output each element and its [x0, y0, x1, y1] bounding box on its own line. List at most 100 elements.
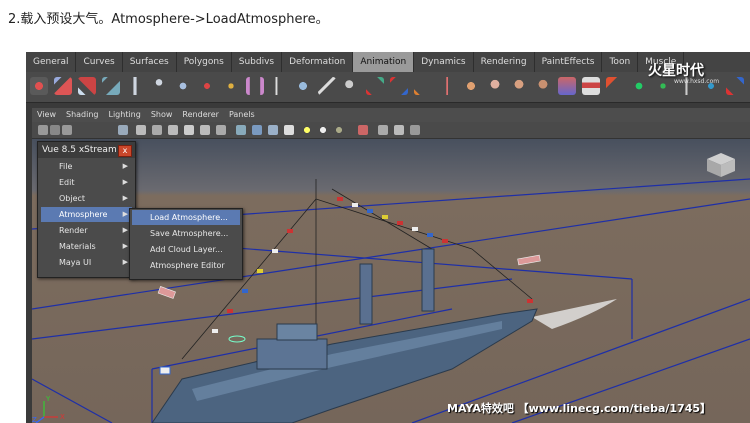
- vue-menu-window: Vue 8.5 xStream x File ▶ Edit ▶ Object ▶ At…: [37, 141, 136, 278]
- atmosphere-submenu: Load Atmosphere... Save Atmosphere... Ad…: [129, 208, 243, 280]
- cluster-icon[interactable]: [198, 77, 216, 95]
- smooth-shade-icon[interactable]: [252, 125, 262, 135]
- bend-icon[interactable]: [318, 77, 336, 95]
- shadows-icon[interactable]: [334, 125, 344, 135]
- vue-window-title: Vue 8.5 xStream x: [38, 142, 135, 158]
- vue-menu-render[interactable]: Render ▶: [41, 223, 132, 238]
- wave-icon[interactable]: [414, 77, 432, 95]
- viewport-menu-panels[interactable]: Panels: [224, 108, 260, 122]
- tab-subdivs[interactable]: Subdivs: [232, 52, 283, 72]
- film-gate-icon[interactable]: [136, 125, 146, 135]
- viewport-menu-view[interactable]: View: [32, 108, 61, 122]
- textured-icon[interactable]: [284, 125, 294, 135]
- page-caption: 2.载入预设大气。Atmosphere->LoadAtmosphere。: [8, 12, 329, 27]
- resolution-gate-icon[interactable]: [152, 125, 162, 135]
- skeleton-icon[interactable]: [126, 77, 144, 95]
- character-icon[interactable]: [150, 77, 168, 95]
- tab-polygons[interactable]: Polygons: [177, 52, 232, 72]
- viewport-menu-shading[interactable]: Shading: [61, 108, 104, 122]
- joint-tool-icon[interactable]: [102, 77, 120, 95]
- vue-menu-render-label: Render: [59, 226, 88, 235]
- face-icon[interactable]: [510, 77, 528, 95]
- axis-label-z: Z: [32, 416, 37, 423]
- viewport-menu-lighting[interactable]: Lighting: [103, 108, 145, 122]
- default-light-icon[interactable]: [302, 125, 312, 135]
- vue-menu-edit-label: Edit: [59, 178, 75, 187]
- ik-spline-icon[interactable]: [78, 77, 96, 95]
- head-icon[interactable]: [534, 77, 552, 95]
- ik-handle-icon[interactable]: [54, 77, 72, 95]
- tab-dynamics[interactable]: Dynamics: [414, 52, 474, 72]
- tab-animation[interactable]: Animation: [353, 52, 415, 72]
- vue-menu-edit[interactable]: Edit ▶: [41, 175, 132, 190]
- safe-action-icon[interactable]: [200, 125, 210, 135]
- camera-icon[interactable]: [38, 125, 48, 135]
- safe-title-icon[interactable]: [216, 125, 226, 135]
- blend-shape-icon[interactable]: [486, 77, 504, 95]
- viewport-menu-show[interactable]: Show: [146, 108, 178, 122]
- tab-deformation[interactable]: Deformation: [282, 52, 354, 72]
- pivot-icon[interactable]: [222, 77, 240, 95]
- shelf-tabs: General Curves Surfaces Polygons Subdivs…: [26, 52, 750, 72]
- tab-curves[interactable]: Curves: [76, 52, 123, 72]
- star-icon[interactable]: [630, 77, 648, 95]
- move-tool-icon[interactable]: [726, 77, 744, 95]
- vue-close-button[interactable]: x: [118, 145, 132, 157]
- save-atmosphere-item[interactable]: Save Atmosphere...: [132, 226, 240, 241]
- field-chart-icon[interactable]: [184, 125, 194, 135]
- vue-menu-atmosphere-label: Atmosphere: [59, 210, 108, 219]
- vue-menu-atmosphere[interactable]: Atmosphere ▶: [41, 207, 132, 222]
- watermark-text: MAYA特效吧 【www.linecg.com/tieba/1745】: [447, 402, 712, 415]
- vue-menu-object-label: Object: [59, 194, 86, 203]
- add-cloud-layer-item[interactable]: Add Cloud Layer...: [132, 242, 240, 257]
- vue-window-title-text: Vue 8.5 xStream: [42, 145, 117, 155]
- ship-bridge: [256, 338, 328, 370]
- chevron-right-icon: ▶: [122, 226, 128, 234]
- ship-funnel-front: [359, 263, 373, 325]
- chevron-right-icon: ▶: [122, 162, 128, 170]
- lattice-icon[interactable]: [246, 77, 264, 95]
- sculpt-icon[interactable]: [342, 77, 360, 95]
- twist-icon[interactable]: [366, 77, 384, 95]
- flare-icon[interactable]: [462, 77, 480, 95]
- dope-sheet-icon[interactable]: [582, 77, 600, 95]
- xray-joints-icon[interactable]: [394, 125, 404, 135]
- constraint-icon[interactable]: [270, 77, 288, 95]
- tab-painteffects[interactable]: PaintEffects: [535, 52, 603, 72]
- sine-icon[interactable]: [438, 77, 456, 95]
- share-icon[interactable]: [410, 125, 420, 135]
- wire-on-shaded-icon[interactable]: [268, 125, 278, 135]
- xray-icon[interactable]: [378, 125, 388, 135]
- viewport-toolbar: [32, 122, 750, 139]
- atmosphere-editor-item[interactable]: Atmosphere Editor: [132, 258, 240, 273]
- vue-menu-maya-ui[interactable]: Maya UI ▶: [41, 255, 132, 270]
- vue-menu-materials[interactable]: Materials ▶: [41, 239, 132, 254]
- chevron-right-icon: ▶: [122, 258, 128, 266]
- tab-surfaces[interactable]: Surfaces: [123, 52, 177, 72]
- hxsd-logo-url: www.hxsd.com: [674, 78, 720, 85]
- viewport-scene[interactable]: Y X Z: [32, 139, 750, 423]
- viewport-menu-renderer[interactable]: Renderer: [177, 108, 224, 122]
- graph-editor-icon[interactable]: [558, 77, 576, 95]
- gate-mask-icon[interactable]: [168, 125, 178, 135]
- vue-menu-object[interactable]: Object ▶: [41, 191, 132, 206]
- grid-icon[interactable]: [118, 125, 128, 135]
- set-key-icon[interactable]: [30, 77, 48, 95]
- vue-menu-maya-ui-label: Maya UI: [59, 258, 92, 267]
- wire-icon[interactable]: [294, 77, 312, 95]
- tab-toon[interactable]: Toon: [602, 52, 639, 72]
- all-lights-icon[interactable]: [318, 125, 328, 135]
- lock-icon[interactable]: [50, 125, 60, 135]
- tab-general[interactable]: General: [26, 52, 77, 72]
- bookmark-icon[interactable]: [62, 125, 72, 135]
- view-cube[interactable]: [706, 152, 736, 178]
- load-atmosphere-item[interactable]: Load Atmosphere...: [132, 210, 240, 225]
- squash-icon[interactable]: [390, 77, 408, 95]
- chevron-right-icon: ▶: [122, 194, 128, 202]
- paint-weights-icon[interactable]: [606, 77, 624, 95]
- isolate-select-icon[interactable]: [358, 125, 368, 135]
- wireframe-icon[interactable]: [236, 125, 246, 135]
- vue-menu-file[interactable]: File ▶: [41, 159, 132, 174]
- tab-rendering[interactable]: Rendering: [474, 52, 535, 72]
- bone-chain-icon[interactable]: [174, 77, 192, 95]
